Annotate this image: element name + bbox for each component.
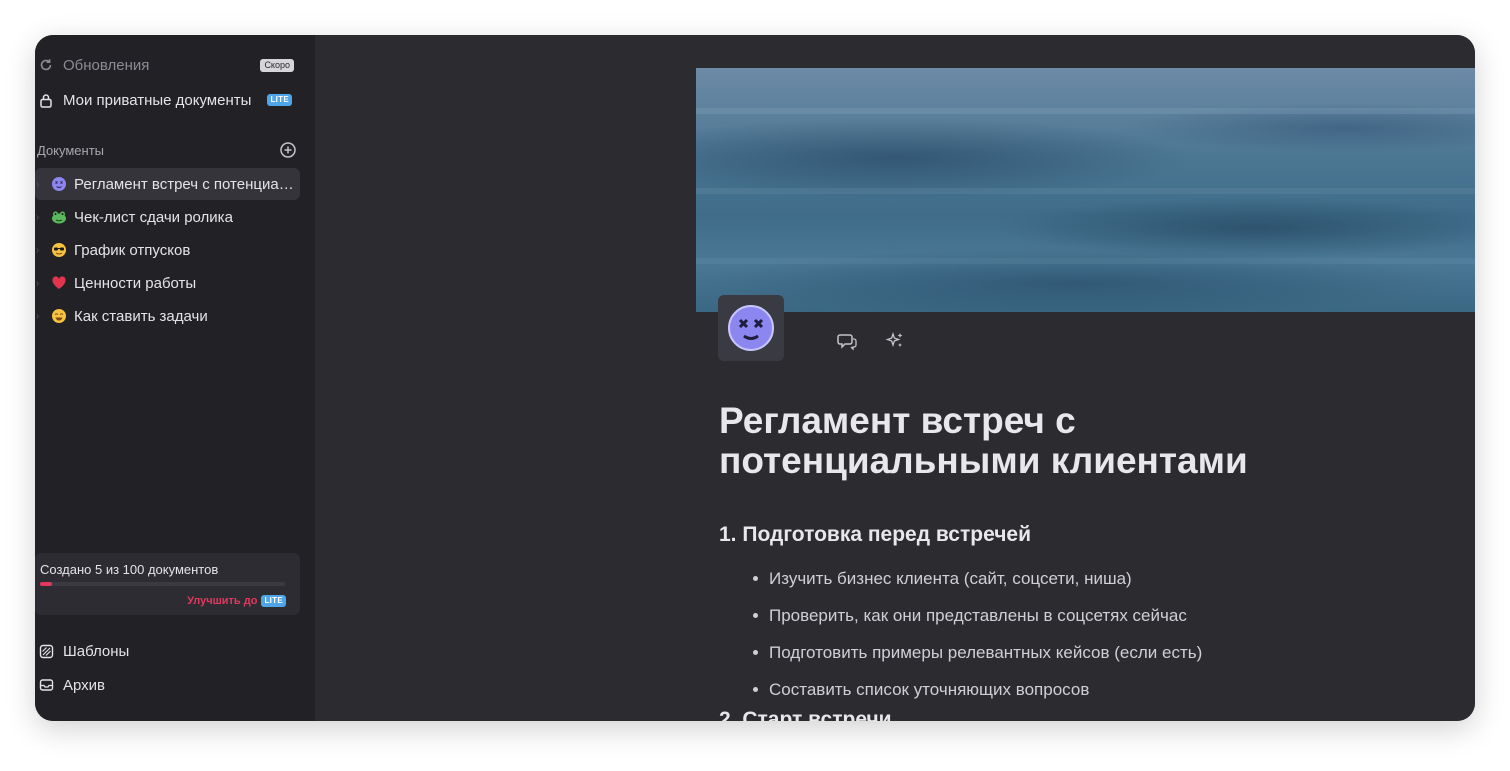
sunglasses-face-icon	[51, 242, 67, 258]
section-heading[interactable]: 1. Подготовка перед встречей	[719, 523, 1031, 547]
sidebar-item-templates[interactable]: Шаблоны	[35, 635, 300, 667]
list-item[interactable]: Проверить, как они представлены в соцсет…	[753, 597, 1453, 634]
cover-image[interactable]	[696, 68, 1475, 312]
document-editor: Регламент встреч с потенциальными клиент…	[315, 35, 1475, 721]
document-title: Чек-лист сдачи ролика	[74, 208, 233, 226]
quota-progress-bar	[40, 582, 285, 586]
list-item[interactable]: Изучить бизнес клиента (сайт, соцсети, н…	[753, 560, 1453, 597]
chevron-right-icon[interactable]: ›	[36, 311, 48, 322]
templates-icon	[38, 643, 54, 659]
documents-section-title: Документы	[37, 142, 105, 158]
document-item-checklist[interactable]: › Чек-лист сдачи ролика	[35, 201, 300, 233]
lock-icon	[38, 92, 54, 108]
refresh-icon	[38, 57, 54, 73]
ai-sparkles-icon[interactable]	[885, 331, 905, 351]
chevron-right-icon[interactable]: ›	[36, 278, 48, 289]
upgrade-label: Улучшить до	[187, 595, 258, 607]
grinning-face-icon	[51, 308, 67, 324]
soon-badge: Скоро	[260, 58, 294, 72]
document-quota-card: Создано 5 из 100 документов Улучшить до …	[35, 553, 300, 615]
quota-text: Создано 5 из 100 документов	[40, 562, 219, 577]
add-document-button[interactable]	[279, 141, 297, 159]
sidebar: Обновления Скоро Мои приватные документы…	[35, 35, 315, 721]
chevron-right-icon[interactable]: ›	[36, 179, 48, 190]
templates-label: Шаблоны	[63, 642, 130, 660]
heart-icon	[51, 275, 67, 291]
archive-label: Архив	[63, 676, 106, 694]
quota-progress-fill	[40, 582, 53, 586]
section-heading[interactable]: 2. Старт встречи	[719, 708, 892, 721]
document-item-vacations[interactable]: › График отпусков	[35, 234, 300, 266]
document-title: График отпусков	[74, 241, 191, 259]
comments-icon[interactable]	[837, 331, 857, 351]
document-title: Как ставить задачи	[74, 307, 208, 325]
sidebar-item-private-docs[interactable]: Мои приватные документы LITE	[35, 84, 300, 116]
list-item[interactable]: Составить список уточняющих вопросов	[753, 671, 1453, 708]
document-item-values[interactable]: › Ценности работы	[35, 267, 300, 299]
bullet-list: Изучить бизнес клиента (сайт, соцсети, н…	[753, 560, 1453, 708]
documents-section-header: Документы	[37, 140, 297, 160]
lite-badge: LITE	[261, 595, 286, 607]
sidebar-item-archive[interactable]: Архив	[35, 669, 300, 701]
chevron-right-icon[interactable]: ›	[36, 212, 48, 223]
dizzy-face-icon	[51, 176, 67, 192]
updates-label: Обновления	[63, 56, 150, 74]
frog-icon	[51, 209, 67, 225]
document-item-meetings[interactable]: › Регламент встреч с потенциальными клие…	[35, 168, 300, 200]
page-title-line-2: потенциальными клиентами	[719, 440, 1248, 481]
list-item[interactable]: Подготовить примеры релевантных кейсов (…	[753, 634, 1453, 671]
sidebar-item-updates[interactable]: Обновления Скоро	[35, 49, 300, 81]
document-item-tasks[interactable]: › Как ставить задачи	[35, 300, 300, 332]
document-title: Ценности работы	[74, 274, 197, 292]
page-emoji-dizzy-face-icon[interactable]	[718, 295, 784, 361]
page-title[interactable]: Регламент встреч с потенциальными клиент…	[719, 401, 1419, 481]
private-docs-label: Мои приватные документы	[63, 91, 252, 109]
upgrade-link[interactable]: Улучшить до LITE	[187, 595, 286, 607]
document-title: Регламент встреч с потенциальными клиент…	[74, 175, 294, 193]
lite-badge: LITE	[267, 94, 292, 106]
app-window: Обновления Скоро Мои приватные документы…	[35, 35, 1475, 721]
page-title-line-1: Регламент встреч с	[719, 400, 1076, 441]
archive-icon	[38, 677, 54, 693]
chevron-right-icon[interactable]: ›	[36, 245, 48, 256]
